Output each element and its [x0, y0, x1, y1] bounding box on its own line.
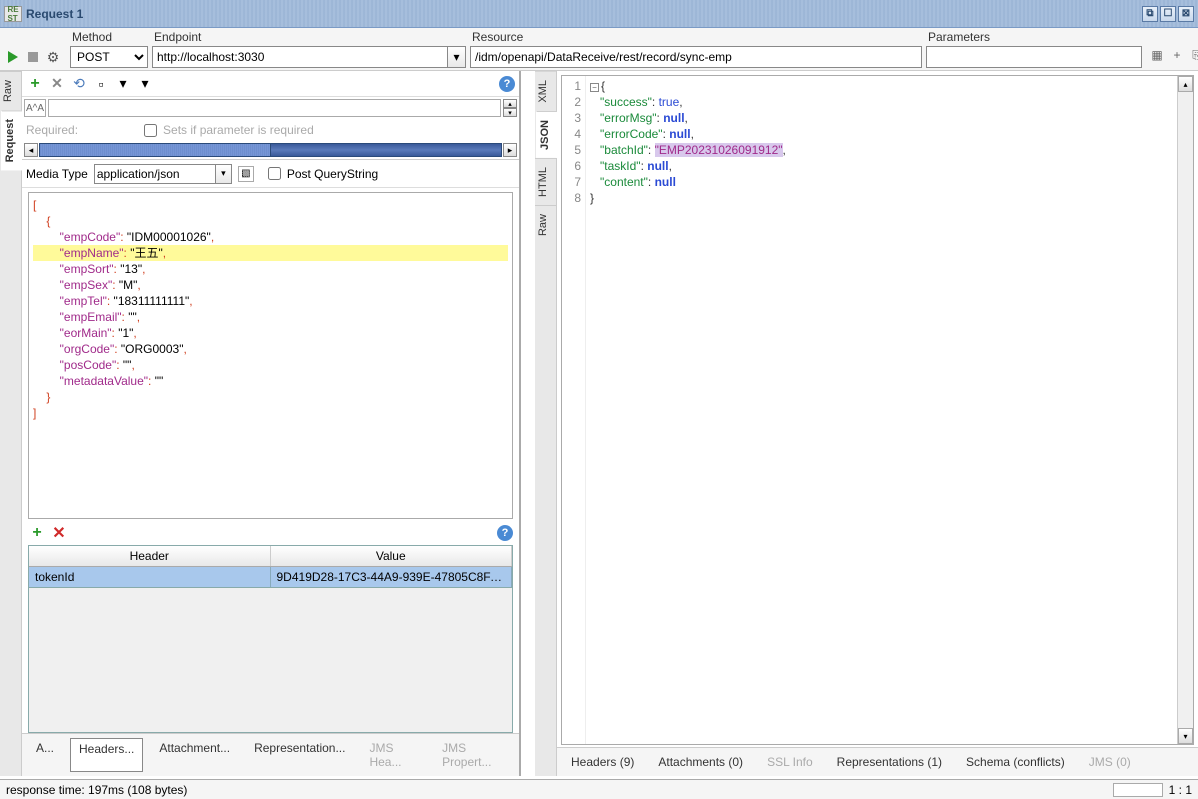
close-icon[interactable]: ⊠ [1178, 6, 1194, 22]
status-bar: response time: 197ms (108 bytes) 1 : 1 [0, 779, 1198, 799]
tab-html[interactable]: HTML [535, 158, 556, 205]
endpoint-dropdown[interactable]: ▾ [448, 46, 466, 68]
tab-resp-attachments[interactable]: Attachments (0) [650, 752, 751, 772]
gear-icon: ⚙ [47, 49, 60, 66]
chevron-down-icon-2[interactable]: ▾ [136, 75, 154, 93]
status-response-time: response time: 197ms (108 bytes) [6, 783, 187, 797]
response-bottom-tabs: Headers (9) Attachments (0) SSL Info Rep… [557, 747, 1198, 776]
tab-request[interactable]: Request [1, 110, 22, 170]
spinner-down[interactable]: ▾ [503, 108, 517, 117]
tab-json[interactable]: JSON [536, 111, 557, 158]
header-col-name: Header [29, 546, 271, 566]
restore-down-icon[interactable]: ⧉ [1142, 6, 1158, 22]
chevron-down-icon[interactable]: ▾ [114, 75, 132, 93]
media-type-dropdown[interactable]: ▾ [216, 164, 232, 184]
headers-table: Header Value tokenId 9D419D28-17C3-44A9-… [28, 545, 513, 733]
param-type-icon: A^A [24, 99, 46, 117]
post-querystring-checkbox[interactable] [268, 167, 281, 180]
endpoint-label: Endpoint [152, 30, 466, 44]
layout-icon[interactable]: ▦ [1150, 48, 1164, 62]
settings-button[interactable]: ⚙ [44, 48, 62, 66]
status-box [1113, 783, 1163, 797]
parameters-label: Parameters [926, 30, 1142, 44]
media-type-select[interactable] [94, 164, 216, 184]
header-value-cell: 9D419D28-17C3-44A9-939E-47805C8FAC... [271, 567, 513, 587]
resource-label: Resource [470, 30, 922, 44]
method-label: Method [70, 30, 148, 44]
run-button[interactable] [4, 48, 22, 66]
window-title: Request 1 [26, 7, 1142, 21]
media-type-label: Media Type [26, 167, 88, 181]
required-label: Required: [26, 123, 78, 137]
response-side-tabs: XML JSON HTML Raw [535, 71, 557, 776]
status-cursor-position: 1 : 1 [1169, 783, 1192, 797]
tab-jms-headers: JMS Hea... [361, 738, 426, 772]
stop-icon [28, 52, 38, 62]
rest-icon: REST [4, 6, 22, 22]
tab-representation[interactable]: Representation... [246, 738, 353, 772]
tab-headers[interactable]: Headers... [70, 738, 143, 772]
header-col-value: Value [271, 546, 513, 566]
request-side-tabs: Raw Request [0, 71, 22, 776]
link-icon[interactable]: ⎘ [1190, 48, 1198, 62]
header-name-cell: tokenId [29, 567, 271, 587]
stop-button[interactable] [24, 48, 42, 66]
tab-attachment[interactable]: Attachment... [151, 738, 238, 772]
response-scrollbar[interactable]: ▴ ▾ [1177, 76, 1193, 744]
tab-resp-schema[interactable]: Schema (conflicts) [958, 752, 1073, 772]
tab-jms-properties: JMS Propert... [434, 738, 513, 772]
remove-header-button[interactable]: ✕ [50, 524, 68, 542]
add-param-button[interactable]: + [26, 75, 44, 93]
scroll-left-button[interactable]: ◂ [24, 143, 38, 157]
scroll-down-button[interactable]: ▾ [1178, 728, 1193, 744]
title-bar: REST Request 1 ⧉ ☐ ⊠ [0, 0, 1198, 28]
request-body-editor[interactable]: [ { "empCode": "IDM00001026", "empName":… [28, 192, 513, 519]
spinner-up[interactable]: ▴ [503, 99, 517, 108]
post-querystring-label: Post QueryString [287, 167, 378, 181]
request-toolbar: ⚙ Method POST Endpoint ▾ Resource Parame… [0, 28, 1198, 71]
add-icon[interactable]: + [1170, 48, 1184, 62]
help-icon[interactable]: ? [499, 76, 515, 92]
maximize-icon[interactable]: ☐ [1160, 6, 1176, 22]
toolbar-icon-1[interactable]: ⟲ [70, 75, 88, 93]
tab-resp-jms: JMS (0) [1081, 752, 1139, 772]
response-viewer[interactable]: 12345678 −{ "success": true, "errorMsg":… [561, 75, 1194, 745]
required-hint: Sets if parameter is required [163, 123, 314, 137]
tab-raw-request[interactable]: Raw [0, 71, 21, 110]
add-header-button[interactable]: + [28, 524, 46, 542]
parameters-input[interactable] [926, 46, 1142, 68]
help-icon-headers[interactable]: ? [497, 525, 513, 541]
param-name-input[interactable] [48, 99, 501, 117]
param-scrollbar[interactable] [39, 143, 502, 157]
table-row[interactable]: tokenId 9D419D28-17C3-44A9-939E-47805C8F… [29, 567, 512, 588]
tab-xml[interactable]: XML [535, 71, 556, 111]
resource-input[interactable] [470, 46, 922, 68]
scroll-up-button[interactable]: ▴ [1178, 76, 1193, 92]
method-select[interactable]: POST [70, 46, 148, 68]
line-gutter: 12345678 [562, 76, 586, 744]
tab-auth[interactable]: A... [28, 738, 62, 772]
required-checkbox[interactable] [144, 124, 157, 137]
tab-resp-ssl: SSL Info [759, 752, 821, 772]
endpoint-input[interactable] [152, 46, 448, 68]
toolbar-icon-2[interactable]: ▫ [92, 75, 110, 93]
response-lines: −{ "success": true, "errorMsg": null, "e… [586, 76, 1177, 744]
tab-resp-headers[interactable]: Headers (9) [563, 752, 642, 772]
play-icon [8, 51, 18, 63]
tab-resp-representations[interactable]: Representations (1) [829, 752, 950, 772]
request-bottom-tabs: A... Headers... Attachment... Representa… [22, 733, 519, 776]
scroll-right-button[interactable]: ▸ [503, 143, 517, 157]
media-edit-icon[interactable]: ▧ [238, 166, 254, 182]
remove-param-button[interactable]: ✕ [48, 75, 66, 93]
tab-raw-response[interactable]: Raw [535, 205, 556, 244]
